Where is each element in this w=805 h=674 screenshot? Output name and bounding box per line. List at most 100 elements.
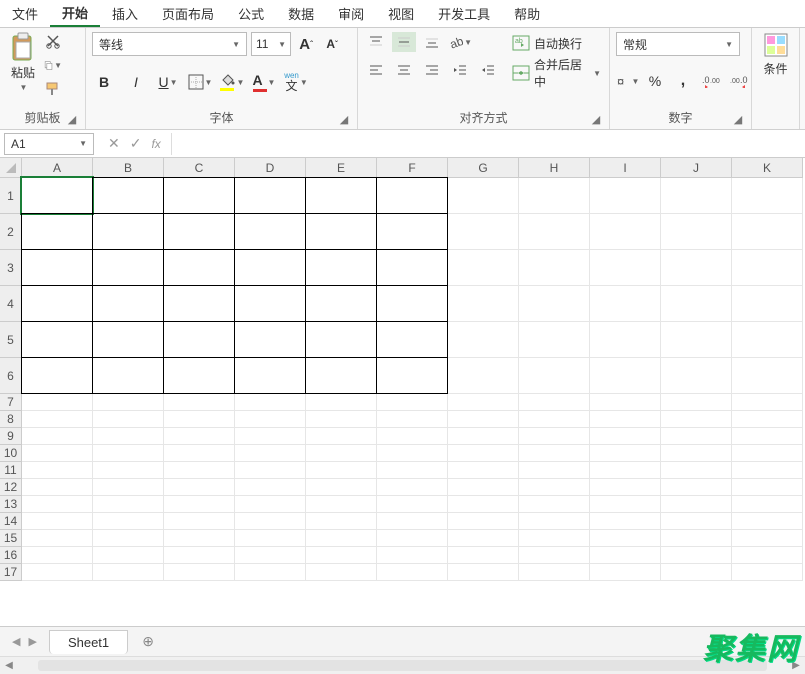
- column-header[interactable]: J: [661, 158, 732, 178]
- cell[interactable]: [376, 357, 448, 394]
- align-top-button[interactable]: [364, 32, 388, 52]
- cell[interactable]: [590, 358, 661, 394]
- cell[interactable]: [661, 462, 732, 479]
- cell[interactable]: [377, 564, 448, 581]
- dialog-launcher-icon[interactable]: ◢: [589, 112, 603, 126]
- orientation-button[interactable]: ab▼: [448, 32, 472, 52]
- row-header[interactable]: 14: [0, 513, 22, 530]
- cell[interactable]: [732, 564, 803, 581]
- cell[interactable]: [448, 445, 519, 462]
- dialog-launcher-icon[interactable]: ◢: [731, 112, 745, 126]
- cell[interactable]: [661, 513, 732, 530]
- cell[interactable]: [519, 178, 590, 214]
- cell[interactable]: [519, 513, 590, 530]
- cell[interactable]: [163, 321, 235, 358]
- cell[interactable]: [590, 445, 661, 462]
- column-header[interactable]: B: [93, 158, 164, 178]
- cell[interactable]: [306, 445, 377, 462]
- cell[interactable]: [448, 496, 519, 513]
- cell[interactable]: [164, 564, 235, 581]
- cell[interactable]: [92, 249, 164, 286]
- cell[interactable]: [590, 496, 661, 513]
- cell[interactable]: [732, 445, 803, 462]
- cell[interactable]: [93, 394, 164, 411]
- cell[interactable]: [732, 547, 803, 564]
- cell[interactable]: [448, 250, 519, 286]
- cell[interactable]: [22, 394, 93, 411]
- cell[interactable]: [448, 428, 519, 445]
- row-header[interactable]: 8: [0, 411, 22, 428]
- cell[interactable]: [732, 462, 803, 479]
- cell[interactable]: [306, 513, 377, 530]
- cell[interactable]: [661, 530, 732, 547]
- cell[interactable]: [164, 462, 235, 479]
- cell[interactable]: [519, 547, 590, 564]
- cell[interactable]: [732, 286, 803, 322]
- increase-indent-button[interactable]: [476, 60, 500, 80]
- cell[interactable]: [377, 530, 448, 547]
- cell[interactable]: [448, 322, 519, 358]
- cell[interactable]: [590, 214, 661, 250]
- cell[interactable]: [21, 285, 93, 322]
- cell[interactable]: [22, 547, 93, 564]
- cell[interactable]: [92, 177, 164, 214]
- cell[interactable]: [164, 479, 235, 496]
- cell[interactable]: [376, 213, 448, 250]
- cell[interactable]: [306, 394, 377, 411]
- number-format-dropdown[interactable]: 常规▼: [616, 32, 740, 56]
- cell[interactable]: [732, 530, 803, 547]
- cell[interactable]: [377, 496, 448, 513]
- horizontal-scrollbar[interactable]: ◀ ▶: [0, 656, 805, 674]
- cell[interactable]: [377, 513, 448, 530]
- row-header[interactable]: 17: [0, 564, 22, 581]
- cell[interactable]: [163, 357, 235, 394]
- cell[interactable]: [661, 564, 732, 581]
- column-header[interactable]: F: [377, 158, 448, 178]
- row-header[interactable]: 13: [0, 496, 22, 513]
- cell[interactable]: [661, 411, 732, 428]
- dialog-launcher-icon[interactable]: ◢: [337, 112, 351, 126]
- cell[interactable]: [519, 250, 590, 286]
- cell[interactable]: [21, 321, 93, 358]
- cell[interactable]: [21, 213, 93, 250]
- column-header[interactable]: K: [732, 158, 803, 178]
- align-right-button[interactable]: [420, 60, 444, 80]
- percent-button[interactable]: %: [644, 70, 666, 92]
- cell[interactable]: [519, 322, 590, 358]
- cell[interactable]: [661, 428, 732, 445]
- cell[interactable]: [305, 213, 377, 250]
- cut-icon[interactable]: [44, 32, 62, 50]
- tab-review[interactable]: 审阅: [326, 0, 376, 27]
- row-header[interactable]: 3: [0, 250, 22, 286]
- cell[interactable]: [448, 214, 519, 250]
- wrap-text-button[interactable]: ab自动换行: [510, 32, 603, 54]
- cell[interactable]: [22, 530, 93, 547]
- cell[interactable]: [305, 357, 377, 394]
- cell[interactable]: [377, 428, 448, 445]
- cell[interactable]: [519, 479, 590, 496]
- cell[interactable]: [93, 445, 164, 462]
- cell[interactable]: [163, 285, 235, 322]
- column-header[interactable]: I: [590, 158, 661, 178]
- cell[interactable]: [21, 357, 93, 394]
- cell[interactable]: [235, 479, 306, 496]
- cell[interactable]: [732, 214, 803, 250]
- cell[interactable]: [306, 564, 377, 581]
- cell[interactable]: [377, 445, 448, 462]
- bold-button[interactable]: B: [92, 70, 116, 94]
- cell[interactable]: [21, 177, 93, 214]
- cell[interactable]: [235, 564, 306, 581]
- fill-color-button[interactable]: ▼: [220, 70, 244, 94]
- column-header[interactable]: G: [448, 158, 519, 178]
- cell[interactable]: [448, 547, 519, 564]
- cell[interactable]: [590, 428, 661, 445]
- cell[interactable]: [732, 411, 803, 428]
- cell[interactable]: [590, 547, 661, 564]
- decrease-indent-button[interactable]: [448, 60, 472, 80]
- cell[interactable]: [22, 479, 93, 496]
- cell[interactable]: [93, 496, 164, 513]
- cell[interactable]: [22, 496, 93, 513]
- cell[interactable]: [93, 564, 164, 581]
- font-name-dropdown[interactable]: 等线▼: [92, 32, 247, 56]
- cell[interactable]: [305, 285, 377, 322]
